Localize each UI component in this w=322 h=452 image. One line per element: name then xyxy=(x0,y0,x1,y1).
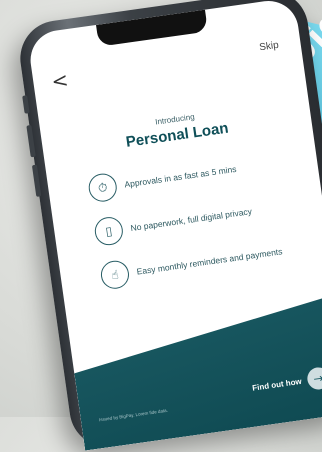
side-button xyxy=(22,95,30,114)
volume-up-button xyxy=(26,124,36,158)
feature-text: Approvals in as fast as 5 mins xyxy=(123,163,238,190)
feature-text: No paperwork, full digital privacy xyxy=(129,206,253,234)
back-button[interactable]: < xyxy=(50,67,70,93)
phone-document-icon: ▯ xyxy=(93,215,125,247)
phone: < Skip Introducing Personal Loan ⏱ Appro… xyxy=(0,0,322,452)
bottom-panel: Issued by BigPay. Lorem fide data. Find … xyxy=(68,294,322,450)
feature-text: Easy monthly reminders and payments xyxy=(136,246,283,277)
stopwatch-icon: ⏱ xyxy=(86,171,119,204)
arrow-right-icon[interactable]: → xyxy=(306,366,322,391)
find-out-how-link[interactable]: Find out how xyxy=(252,377,303,393)
phone-frame: < Skip Introducing Personal Loan ⏱ Appro… xyxy=(15,0,322,452)
volume-down-button xyxy=(31,164,42,197)
app-screen: < Skip Introducing Personal Loan ⏱ Appro… xyxy=(26,0,322,451)
powered-by-text: Issued by BigPay. Lorem fide data. xyxy=(98,407,169,423)
skip-button[interactable]: Skip xyxy=(259,40,280,54)
tap-hand-icon: ☝ xyxy=(99,258,131,291)
notch xyxy=(96,9,209,47)
